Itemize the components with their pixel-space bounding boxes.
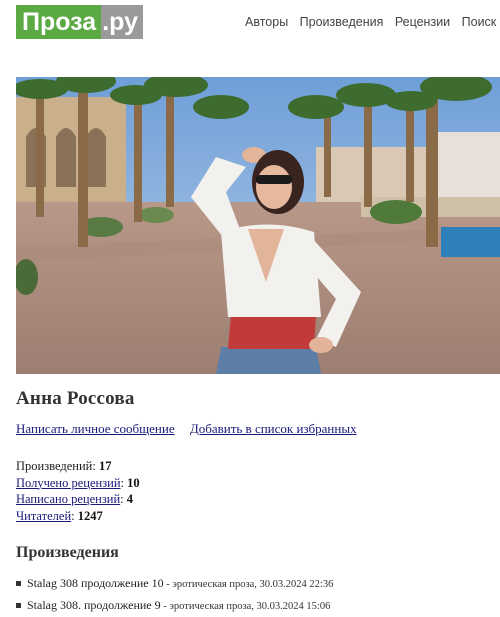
list-item: Stalag 308 продолжение 10 - эротическая … [16,573,333,595]
bullet-icon [16,602,21,608]
stat-readers: Читателей: 1247 [16,508,103,523]
nav-item-works[interactable]: Произведения [300,15,384,29]
stat-written-value: 4 [126,492,134,506]
stat-works-label: Произведений [16,459,93,473]
logo-main[interactable]: Проза [16,5,102,39]
stat-readers-value: 1247 [77,508,103,523]
works-section-title: Произведения [16,544,119,561]
author-photo [16,77,500,374]
list-item: Stalag 308. продолжение 9 - эротическая … [16,595,333,617]
works-list: Stalag 308 продолжение 10 - эротическая … [16,573,333,617]
stat-works: Произведений: 17 [16,459,112,473]
work-meta: - эротическая проза, 30.03.2024 15:06 [160,601,331,612]
received-reviews-link[interactable]: Получено рецензий [16,476,121,490]
logo-suffix[interactable]: .ру [101,5,143,39]
stat-works-value: 17 [98,459,112,473]
work-meta: - эротическая проза, 30.03.2024 22:36 [163,579,334,590]
bullet-icon [16,580,21,586]
stat-written-reviews: Написано рецензий: 4 [16,492,134,506]
top-nav: Авторы Произведения Рецензии Поиск М [245,15,500,29]
written-reviews-link[interactable]: Написано рецензий [16,492,120,506]
send-message-link[interactable]: Написать личное сообщение [16,421,175,436]
stat-received-reviews: Получено рецензий: 10 [16,475,140,490]
profile-actions: Написать личное сообщение Добавить в спи… [16,421,369,437]
work-title-link[interactable]: Stalag 308 продолжение 10 [27,576,164,590]
work-title-link[interactable]: Stalag 308. продолжение 9 [27,598,161,612]
author-photo-image [16,77,500,374]
nav-item-authors[interactable]: Авторы [245,15,288,29]
site-header: Проза .ру Авторы Произведения Рецензии П… [0,0,500,44]
nav-item-reviews[interactable]: Рецензии [395,15,450,29]
author-stats: Произведений: 17 Получено рецензий: 10 Н… [16,458,140,524]
site-logo[interactable]: Проза .ру [16,5,143,39]
readers-link[interactable]: Читателей [16,509,71,523]
author-name: Анна Россова [16,388,135,409]
add-to-favorites-link[interactable]: Добавить в список избранных [190,421,357,436]
stat-received-value: 10 [127,475,140,490]
nav-item-search[interactable]: Поиск [462,15,497,29]
